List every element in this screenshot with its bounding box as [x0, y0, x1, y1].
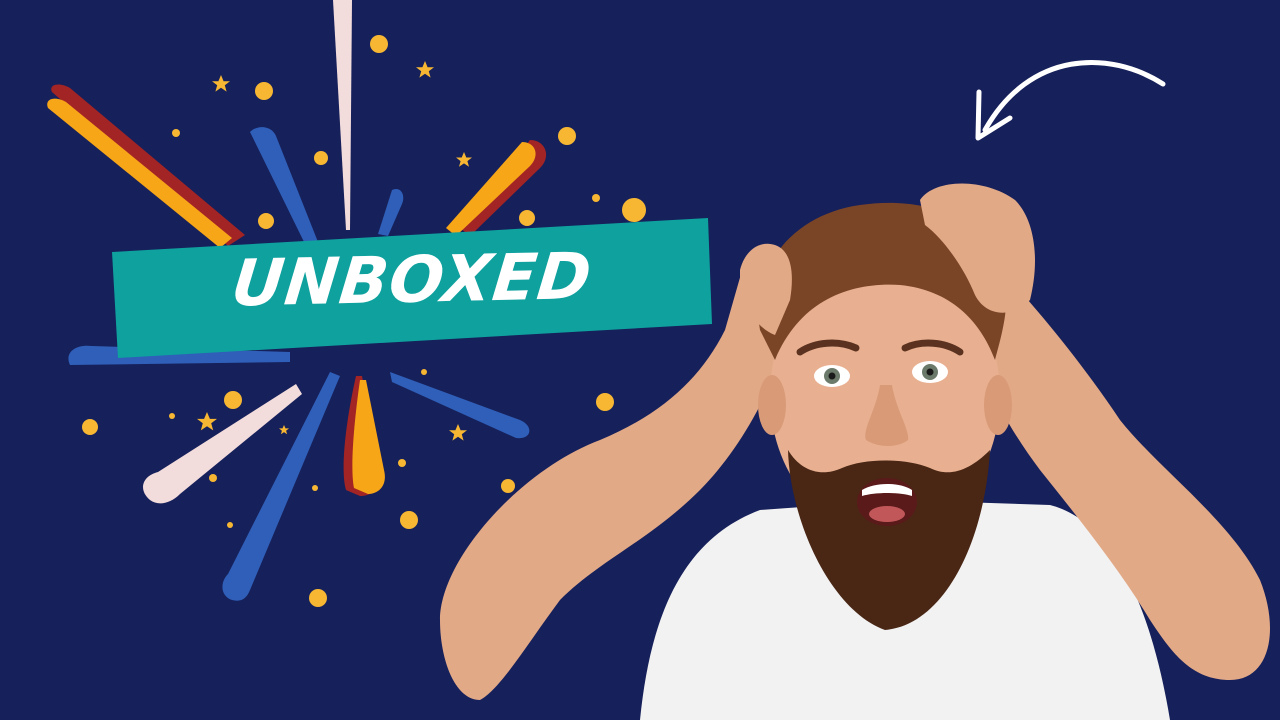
surprised-man-photo: [440, 183, 1270, 720]
pupil-right: [926, 368, 934, 376]
thumbnail-canvas: UNBOXED: [0, 0, 1280, 720]
ear-right: [984, 375, 1012, 435]
pupil-left: [828, 372, 836, 380]
ear-left: [758, 375, 786, 435]
tongue: [869, 506, 905, 522]
